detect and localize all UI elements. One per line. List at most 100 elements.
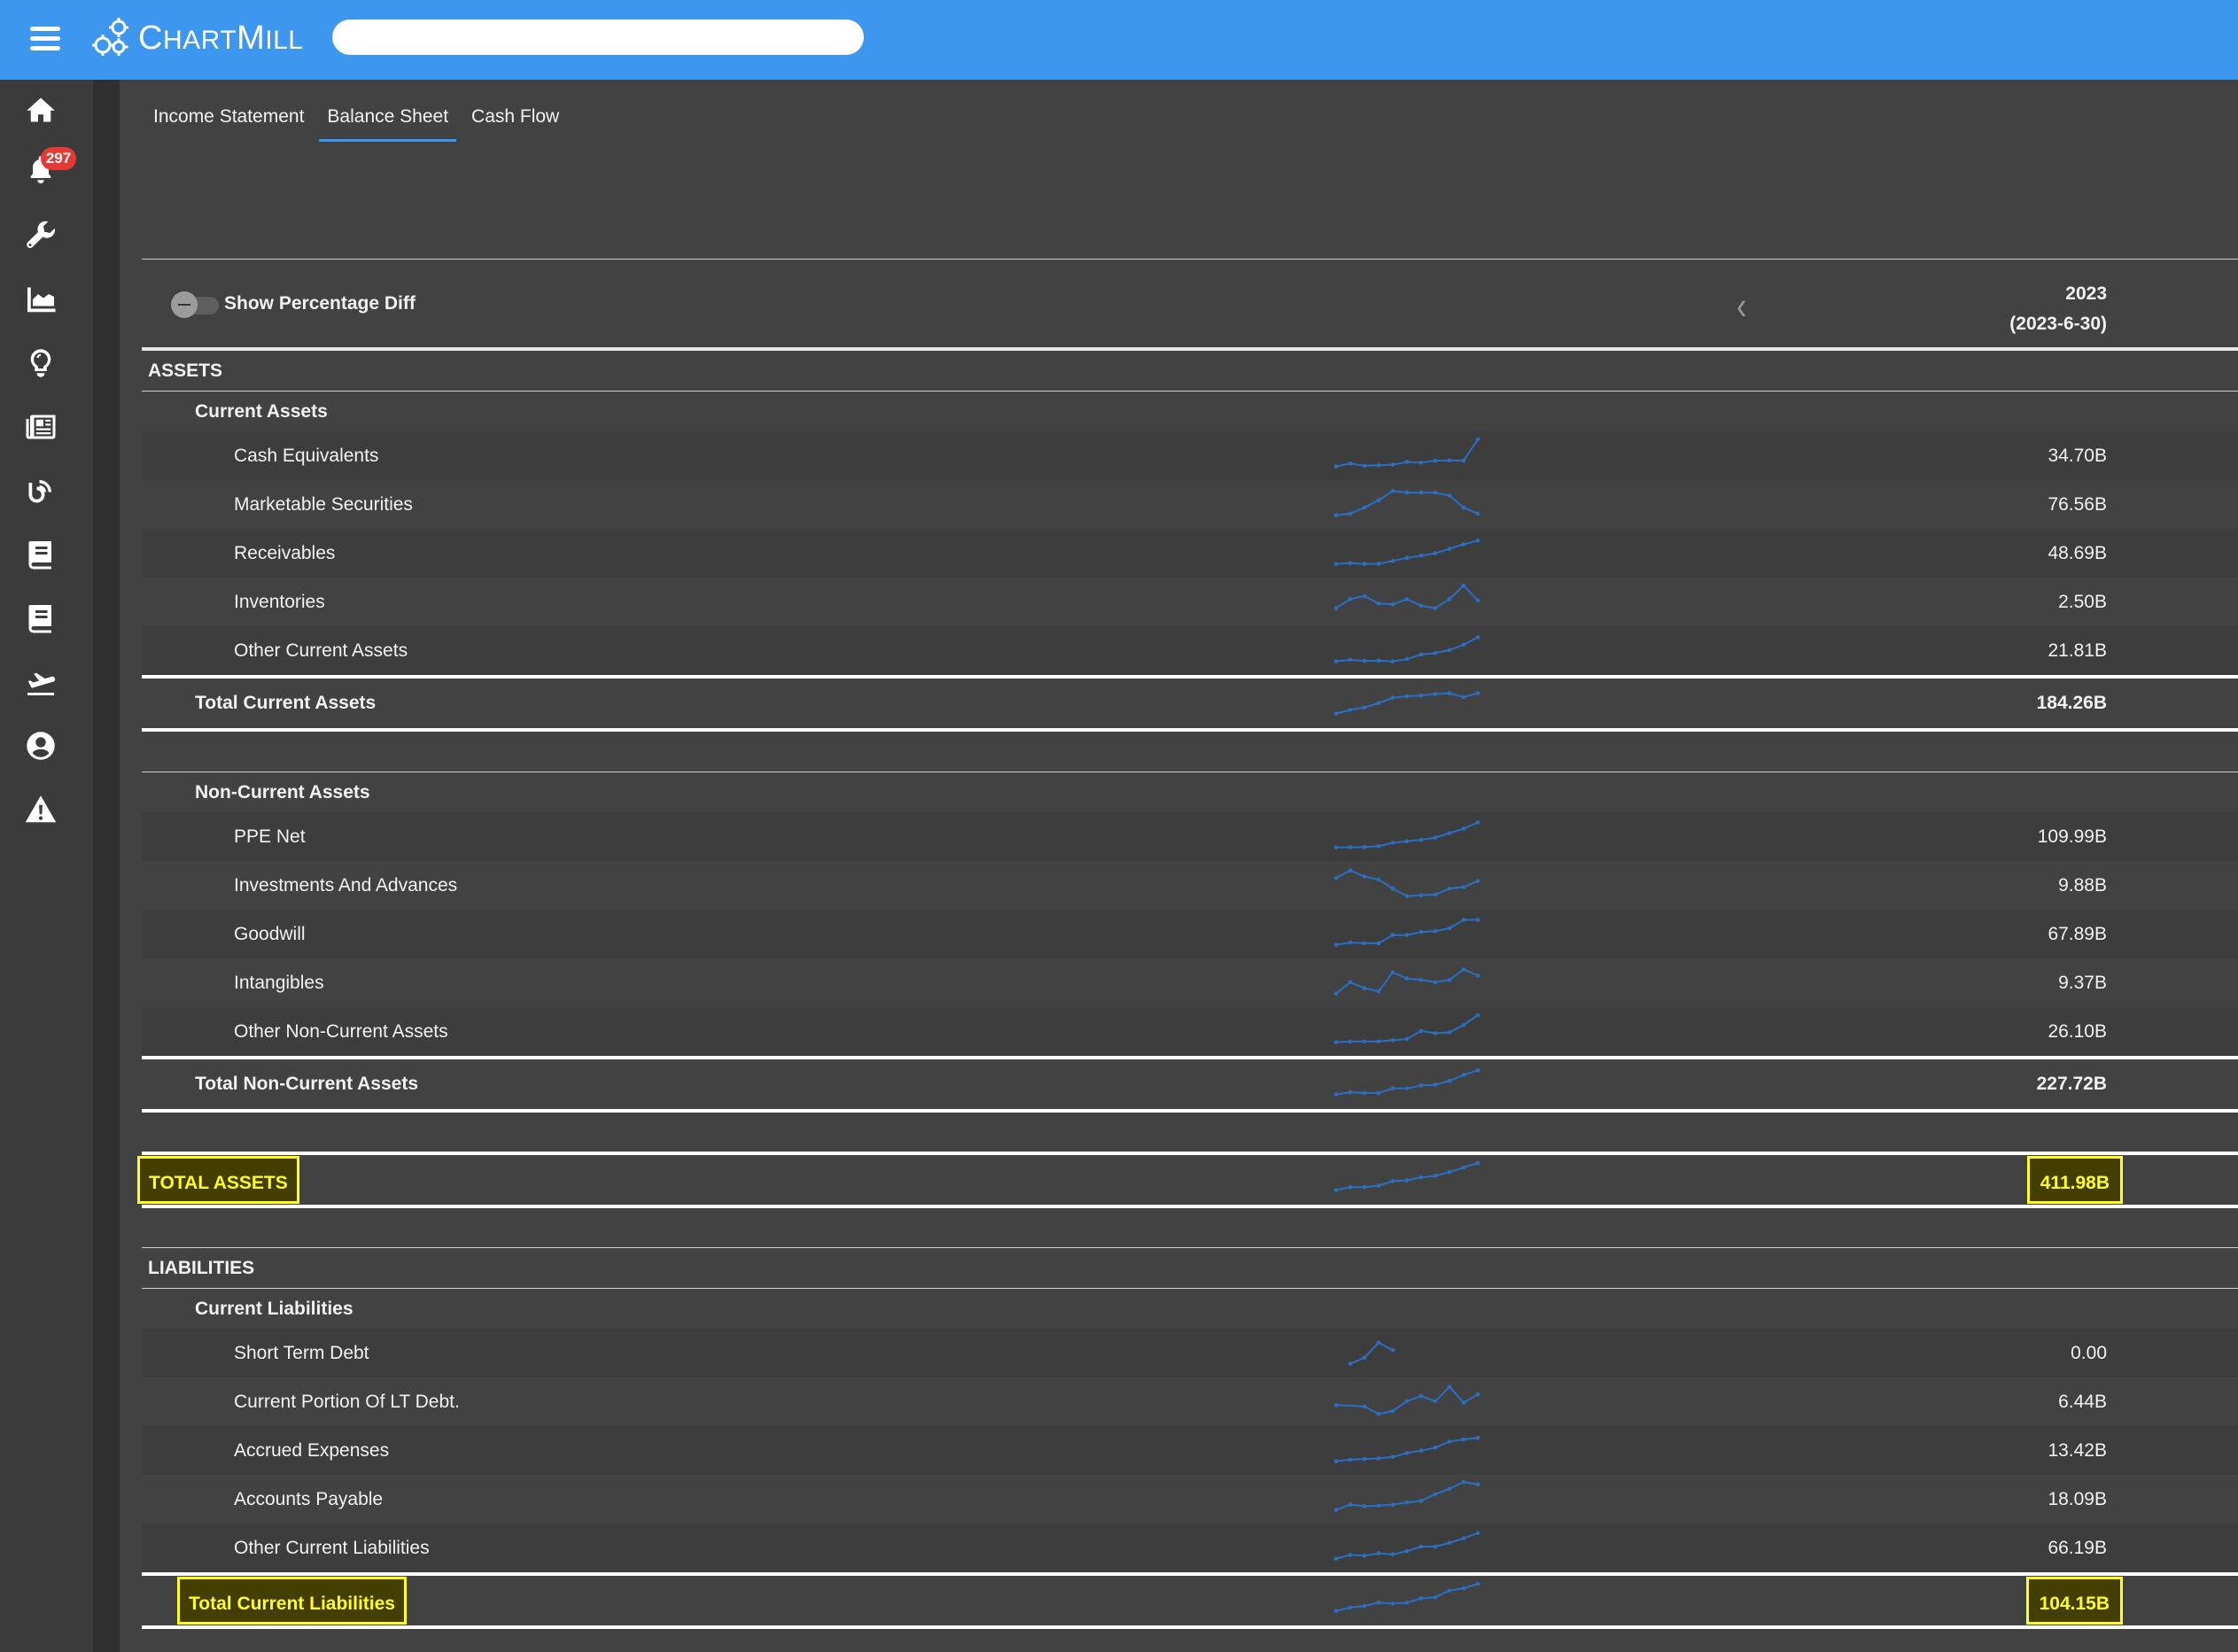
sparkline-line	[1335, 539, 1479, 565]
group-current-liabilities: Current Liabilities	[142, 1289, 2238, 1329]
sparkline-point	[1333, 513, 1339, 517]
sparkline-point	[1376, 701, 1381, 705]
chartmill-logo[interactable]: CHARTMILL	[92, 14, 303, 62]
total-row: Total Current Liabilities 104.15B	[142, 1576, 2238, 1625]
table-row: Marketable Securities 76.56B	[142, 480, 2238, 529]
sparkline-point	[1376, 1456, 1381, 1461]
sparkline-point	[1404, 460, 1410, 464]
sparkline-point	[1362, 658, 1367, 663]
sparkline-point	[1475, 539, 1480, 543]
plane-departure-icon[interactable]	[25, 666, 57, 698]
sparkline-point	[1390, 602, 1395, 607]
newspaper-icon[interactable]	[25, 411, 57, 443]
sparkline-point	[1433, 551, 1438, 555]
sparkline-point	[1348, 511, 1353, 516]
percentage-diff-toggle[interactable]	[171, 291, 222, 318]
sparkline-point	[1362, 505, 1367, 510]
sparkline-line	[1335, 1162, 1479, 1191]
sparkline-point	[1433, 1492, 1438, 1497]
sparkline-point	[1390, 1086, 1395, 1091]
sparkline-point	[1475, 820, 1480, 825]
wrench-icon[interactable]	[25, 220, 57, 252]
sparkline-point	[1418, 1393, 1424, 1399]
sparkline-point	[1418, 893, 1424, 898]
table-row: PPE Net 109.99B	[142, 812, 2238, 861]
sparkline-point	[1461, 1022, 1466, 1028]
sparkline-point	[1333, 1092, 1339, 1097]
sparkline-point	[1376, 601, 1381, 606]
sparkline-point	[1418, 1175, 1424, 1180]
sparkline-point	[1433, 1544, 1438, 1549]
sparkline-point	[1461, 458, 1466, 463]
sparkline-point	[1461, 583, 1466, 588]
total-row: Total Current Assets 184.26B	[142, 679, 2238, 728]
total-current-liabilities-label: Total Current Liabilities	[177, 1577, 407, 1625]
sparkline-point	[1348, 1039, 1353, 1044]
sparkline-point	[1461, 542, 1466, 547]
sparkline	[1333, 1012, 1480, 1044]
user-circle-icon[interactable]	[25, 730, 57, 762]
search-input[interactable]	[332, 19, 864, 55]
sparkline-point	[1461, 505, 1466, 510]
sparkline-point	[1348, 461, 1353, 466]
sparkline-point	[1475, 635, 1480, 640]
sparkline-point	[1461, 967, 1466, 972]
area-chart-icon[interactable]	[25, 283, 57, 315]
podcast-icon[interactable]	[25, 475, 57, 507]
sparkline-point	[1447, 597, 1452, 601]
sparkline-point	[1475, 1160, 1480, 1166]
sparkline-point	[1333, 1188, 1339, 1192]
table-row: Other Non-Current Assets 26.10B	[142, 1007, 2238, 1056]
book-icon[interactable]	[25, 602, 57, 634]
sparkline	[1333, 489, 1480, 517]
sparkline-point	[1447, 1588, 1452, 1593]
sparkline-point	[1418, 693, 1424, 698]
table-row: Inventories 2.50B	[142, 578, 2238, 626]
chevron-left-icon[interactable]: ‹	[1737, 284, 1746, 330]
sparkline-point	[1461, 1479, 1466, 1485]
total-assets-label: TOTAL ASSETS	[137, 1156, 299, 1204]
sparkline-point	[1404, 976, 1410, 981]
row-label: Inventories	[234, 592, 325, 612]
sparkline-point	[1475, 1482, 1480, 1486]
sparkline-point	[1333, 991, 1339, 996]
sparkline-point	[1333, 1609, 1339, 1613]
sparkline-point	[1418, 460, 1424, 465]
notification-badge: 297	[41, 147, 76, 170]
home-icon[interactable]	[25, 94, 57, 126]
book-icon[interactable]	[25, 539, 57, 570]
sparkline-point	[1461, 1536, 1466, 1540]
sparkline-point	[1404, 1548, 1410, 1554]
sparkline-point	[1404, 1601, 1410, 1605]
sparkline-point	[1447, 1540, 1452, 1546]
sparkline-point	[1362, 593, 1367, 599]
sparkline-point	[1390, 1038, 1395, 1043]
sparkline-point	[1333, 942, 1339, 947]
sparkline	[1333, 868, 1480, 898]
tab-income-statement[interactable]: Income Statement	[142, 96, 315, 140]
sparkline-point	[1475, 1436, 1480, 1440]
tab-balance-sheet[interactable]: Balance Sheet	[315, 96, 460, 142]
sparkline-point	[1376, 498, 1381, 502]
sparkline-point	[1362, 941, 1367, 946]
sparkline-point	[1418, 929, 1424, 935]
sparkline-point	[1475, 879, 1480, 883]
menu-icon[interactable]	[30, 25, 60, 51]
period-header: 2023 (2023-6-30)	[2009, 279, 2107, 339]
total-label: Total Current Assets	[195, 693, 377, 713]
table-row: Other Current Assets 21.81B	[142, 626, 2238, 675]
sparkline-point	[1404, 839, 1410, 844]
sparkline-point	[1418, 490, 1424, 495]
sparkline-point	[1348, 845, 1353, 849]
sparkline-point	[1404, 490, 1410, 495]
sparkline-point	[1475, 1392, 1480, 1397]
sparkline-point	[1447, 493, 1452, 498]
sparkline-point	[1333, 659, 1339, 663]
sparkline-point	[1333, 1459, 1339, 1463]
sparkline-point	[1418, 837, 1424, 842]
warning-icon[interactable]	[25, 794, 57, 826]
tab-cash-flow[interactable]: Cash Flow	[460, 96, 571, 140]
lightbulb-icon[interactable]	[25, 347, 57, 379]
sparkline-point	[1461, 1073, 1466, 1077]
sparkline-point	[1362, 1355, 1367, 1361]
